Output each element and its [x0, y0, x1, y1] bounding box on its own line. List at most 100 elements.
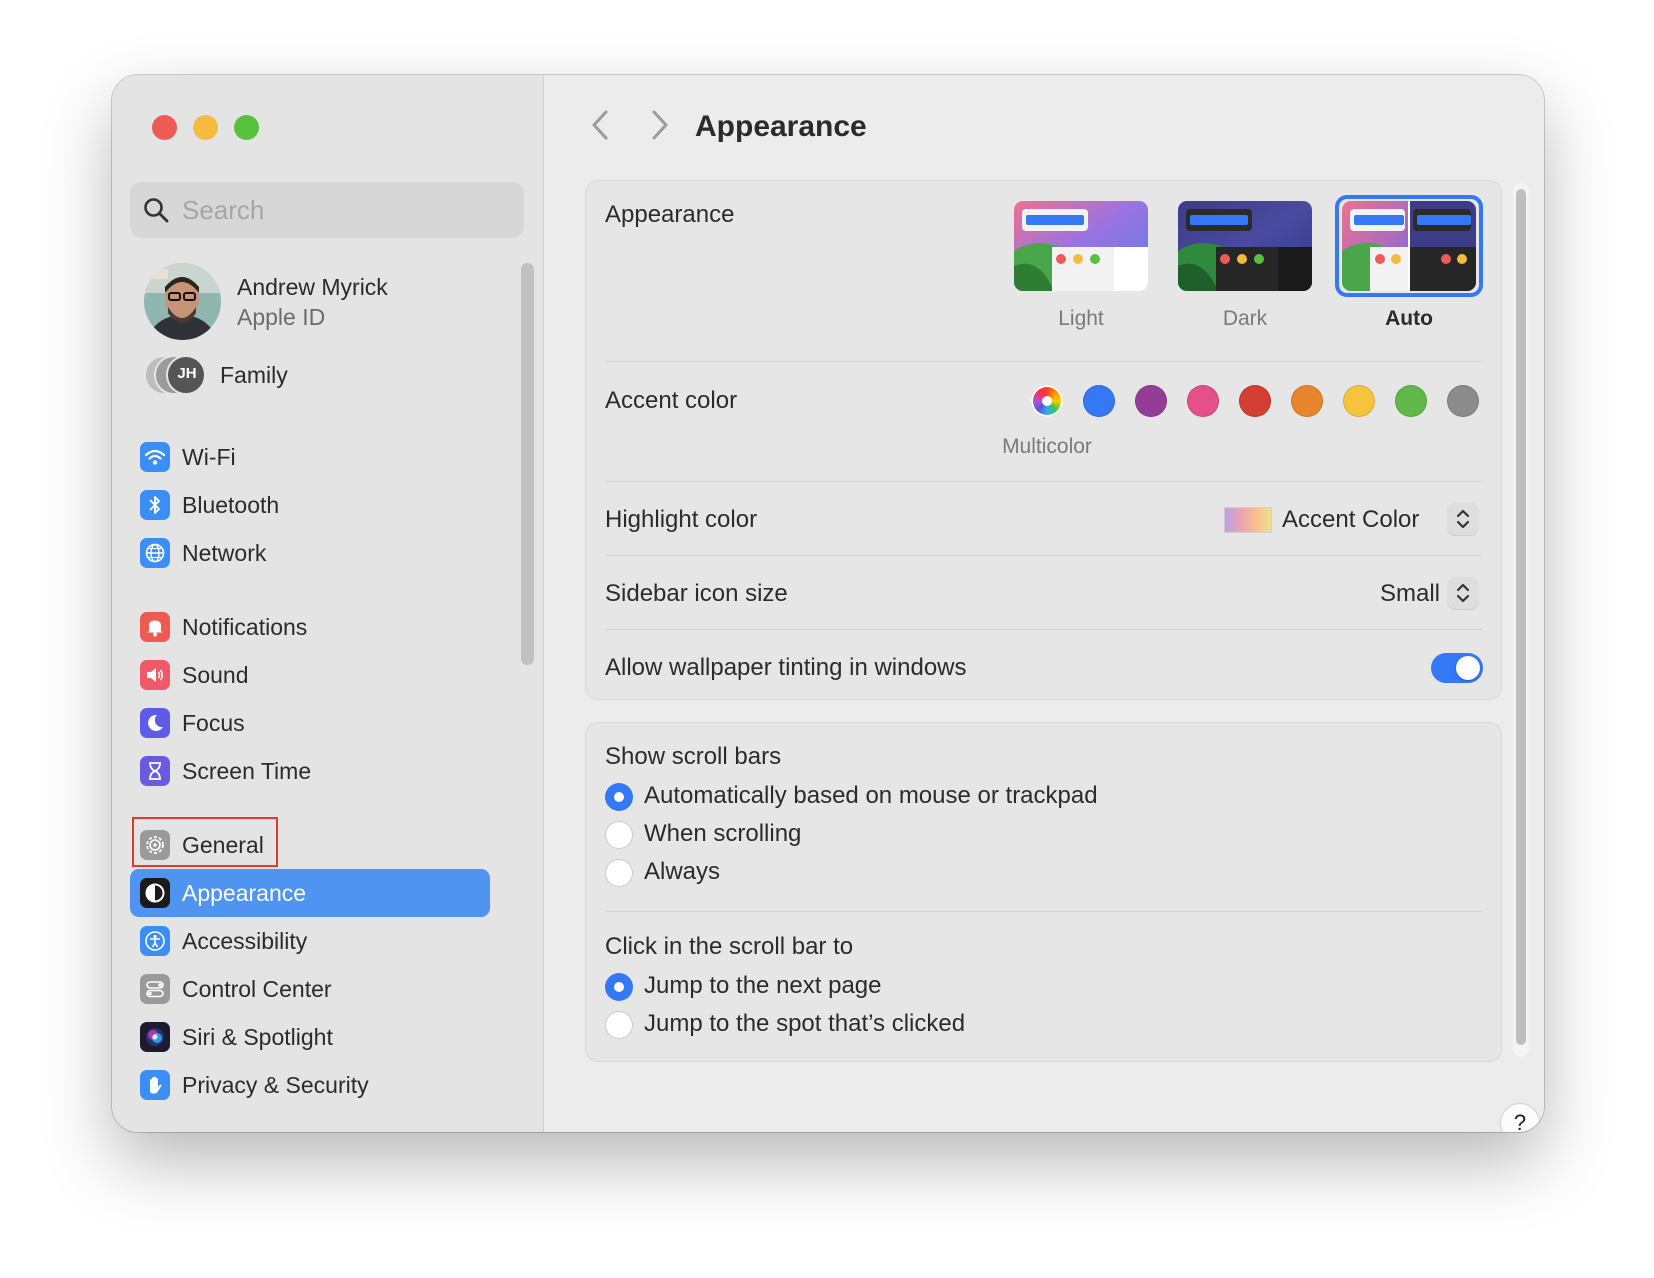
radio-label: Always — [644, 858, 721, 885]
accent-selected-label: Multicolor — [1002, 435, 1092, 458]
main-scrollbar-track[interactable] — [1513, 183, 1529, 1057]
forward-button[interactable] — [645, 107, 675, 143]
radio-label: Jump to the next page — [644, 972, 882, 999]
sidebar-scrollbar[interactable] — [521, 263, 534, 665]
sidebar-item-label: Network — [182, 539, 267, 566]
accent-swatch-graphite[interactable] — [1447, 385, 1479, 417]
highlight-color-value[interactable]: Accent Color — [1282, 506, 1419, 534]
click-scroll-bar-label: Click in the scroll bar to — [605, 933, 854, 960]
accent-swatch-multicolor[interactable] — [1031, 385, 1063, 417]
main-content: Appearance Appearance Light Dark Auto Ac… — [545, 75, 1544, 1132]
radio-click-next-page[interactable] — [605, 973, 633, 1001]
close-button[interactable] — [152, 115, 177, 140]
apple-id-profile[interactable]: Andrew Myrick Apple ID — [144, 263, 388, 340]
annotation-highlight-box — [132, 817, 278, 867]
radio-label: Automatically based on mouse or trackpad — [644, 782, 1098, 809]
appearance-label: Appearance — [605, 201, 735, 228]
accent-swatch-purple[interactable] — [1135, 385, 1167, 417]
accent-swatch-yellow[interactable] — [1343, 385, 1375, 417]
appearance-option-label: Dark — [1222, 307, 1268, 330]
appearance-option-label: Auto — [1385, 307, 1433, 330]
help-button[interactable]: ? — [1500, 1103, 1540, 1132]
sidebar-item-focus[interactable]: Focus — [130, 699, 490, 747]
scroll-bar-settings-panel: Show scroll bars Automatically based on … — [585, 722, 1502, 1062]
sidebar-item-label: Sound — [182, 661, 249, 688]
globe-icon — [140, 538, 170, 568]
back-button[interactable] — [585, 107, 615, 143]
radio-scrollbars-when-scrolling[interactable] — [605, 821, 633, 849]
highlight-color-popup-button[interactable] — [1448, 503, 1478, 535]
chevron-up-down-icon — [1456, 509, 1470, 529]
chevron-right-icon — [652, 110, 668, 140]
search-field[interactable] — [130, 182, 524, 238]
radio-scrollbars-automatic[interactable] — [605, 783, 633, 811]
divider — [605, 361, 1482, 362]
wallpaper-tinting-label: Allow wallpaper tinting in windows — [605, 654, 967, 681]
sidebar-icon-size-popup-button[interactable] — [1448, 577, 1478, 609]
radio-label: When scrolling — [644, 820, 802, 847]
appearance-option-light[interactable] — [1014, 201, 1148, 291]
sidebar-item-label: Notifications — [182, 613, 308, 640]
profile-subtitle: Apple ID — [237, 303, 326, 330]
bell-icon — [140, 612, 170, 642]
sidebar-item-label: Appearance — [182, 879, 307, 906]
accent-swatch-pink[interactable] — [1187, 385, 1219, 417]
sidebar-item-network[interactable]: Network — [130, 529, 490, 577]
settings-window: Andrew Myrick Apple ID JH Family Wi-Fi — [112, 75, 1544, 1132]
sidebar-item-notifications[interactable]: Notifications — [130, 603, 490, 651]
main-scrollbar-thumb[interactable] — [1516, 189, 1526, 1045]
show-scroll-bars-label: Show scroll bars — [605, 743, 782, 770]
appearance-settings-panel: Appearance Light Dark Auto Accent color … — [585, 180, 1502, 700]
highlight-color-label: Highlight color — [605, 506, 758, 533]
sidebar-item-control-center[interactable]: Control Center — [130, 965, 490, 1013]
chevron-up-down-icon — [1456, 583, 1470, 603]
window-controls — [152, 115, 259, 140]
family-label: Family — [220, 361, 288, 388]
accessibility-icon — [140, 926, 170, 956]
search-icon — [144, 198, 169, 223]
family-item[interactable]: JH Family — [144, 355, 288, 395]
sidebar: Andrew Myrick Apple ID JH Family Wi-Fi — [112, 75, 544, 1132]
wallpaper-tinting-toggle[interactable] — [1431, 653, 1483, 683]
divider — [605, 555, 1482, 556]
radio-scrollbars-always[interactable] — [605, 859, 633, 887]
sidebar-item-label: Control Center — [182, 975, 332, 1002]
sidebar-item-label: Wi-Fi — [182, 443, 236, 470]
avatar — [144, 263, 221, 340]
navigation-arrows — [585, 107, 675, 143]
hourglass-icon — [140, 756, 170, 786]
sidebar-item-siri-spotlight[interactable]: Siri & Spotlight — [130, 1013, 490, 1061]
wifi-icon — [140, 442, 170, 472]
sidebar-item-label: Screen Time — [182, 757, 312, 784]
minimize-button[interactable] — [193, 115, 218, 140]
radio-click-spot[interactable] — [605, 1011, 633, 1039]
sidebar-icon-size-value[interactable]: Small — [1330, 580, 1440, 608]
accent-swatch-green[interactable] — [1395, 385, 1427, 417]
accent-swatch-red[interactable] — [1239, 385, 1271, 417]
sidebar-item-appearance[interactable]: Appearance — [130, 869, 490, 917]
sidebar-item-sound[interactable]: Sound — [130, 651, 490, 699]
siri-icon — [140, 1022, 170, 1052]
page-title: Appearance — [695, 110, 867, 143]
sidebar-item-screen-time[interactable]: Screen Time — [130, 747, 490, 795]
sidebar-item-label: Privacy & Security — [182, 1071, 369, 1098]
sidebar-icon-size-label: Sidebar icon size — [605, 580, 788, 607]
sidebar-item-label: Bluetooth — [182, 491, 280, 518]
zoom-button[interactable] — [234, 115, 259, 140]
divider — [605, 911, 1482, 912]
sidebar-item-accessibility[interactable]: Accessibility — [130, 917, 490, 965]
accent-color-label: Accent color — [605, 387, 738, 414]
accent-swatch-orange[interactable] — [1291, 385, 1323, 417]
chevron-left-icon — [592, 110, 608, 140]
appearance-option-auto[interactable] — [1342, 201, 1476, 291]
appearance-option-dark[interactable] — [1178, 201, 1312, 291]
hand-icon — [140, 1070, 170, 1100]
control-center-icon — [140, 974, 170, 1004]
sidebar-item-wifi[interactable]: Wi-Fi — [130, 433, 490, 481]
sidebar-item-bluetooth[interactable]: Bluetooth — [130, 481, 490, 529]
accent-swatch-blue[interactable] — [1083, 385, 1115, 417]
search-input[interactable] — [182, 194, 502, 226]
sidebar-item-privacy-security[interactable]: Privacy & Security — [130, 1061, 490, 1109]
sidebar-item-label: Focus — [182, 709, 245, 736]
family-initials: JH — [177, 365, 197, 382]
